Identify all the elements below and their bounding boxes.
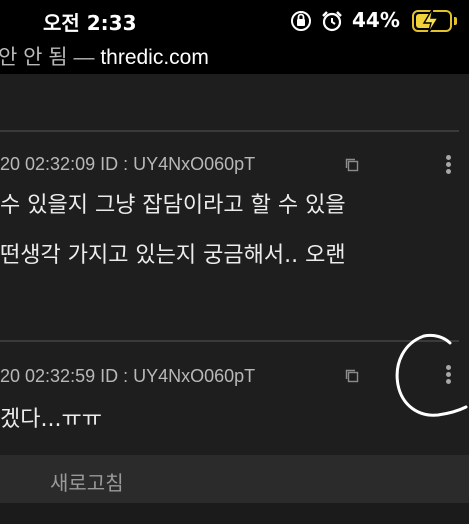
hand-drawn-circle: [395, 333, 468, 417]
page-title-prefix: 안 안 됨 —: [0, 46, 101, 69]
post-body-line: 수 있을지 그냥 잡담이라고 할 수 있을: [0, 193, 346, 218]
more-vertical-icon[interactable]: [446, 155, 452, 176]
post-body-line: 떤생각 가지고 있는지 궁금해서.. 오랜: [0, 243, 346, 268]
post-body-line: 겠다...ㅠㅠ: [0, 407, 102, 432]
post-meta: 20 02:32:09 ID : UY4NxO060pT: [0, 154, 256, 174]
battery-percent: 44%: [352, 8, 400, 32]
page-domain: thredic.com: [100, 46, 209, 69]
copy-icon[interactable]: [345, 369, 359, 383]
copy-icon[interactable]: [345, 158, 359, 172]
post-divider: [0, 130, 459, 132]
charging-bolt-icon: [422, 7, 440, 35]
battery-cap: [454, 17, 457, 25]
orientation-lock-icon: [291, 11, 311, 31]
bottom-strip: [0, 503, 469, 524]
status-time: 오전 2:33: [43, 11, 137, 35]
refresh-button[interactable]: 새로고침: [50, 467, 124, 496]
alarm-icon: [322, 11, 342, 32]
page-title[interactable]: 안 안 됨 — thredic.com: [0, 41, 209, 71]
post-meta: 20 02:32:59 ID : UY4NxO060pT: [0, 366, 256, 386]
